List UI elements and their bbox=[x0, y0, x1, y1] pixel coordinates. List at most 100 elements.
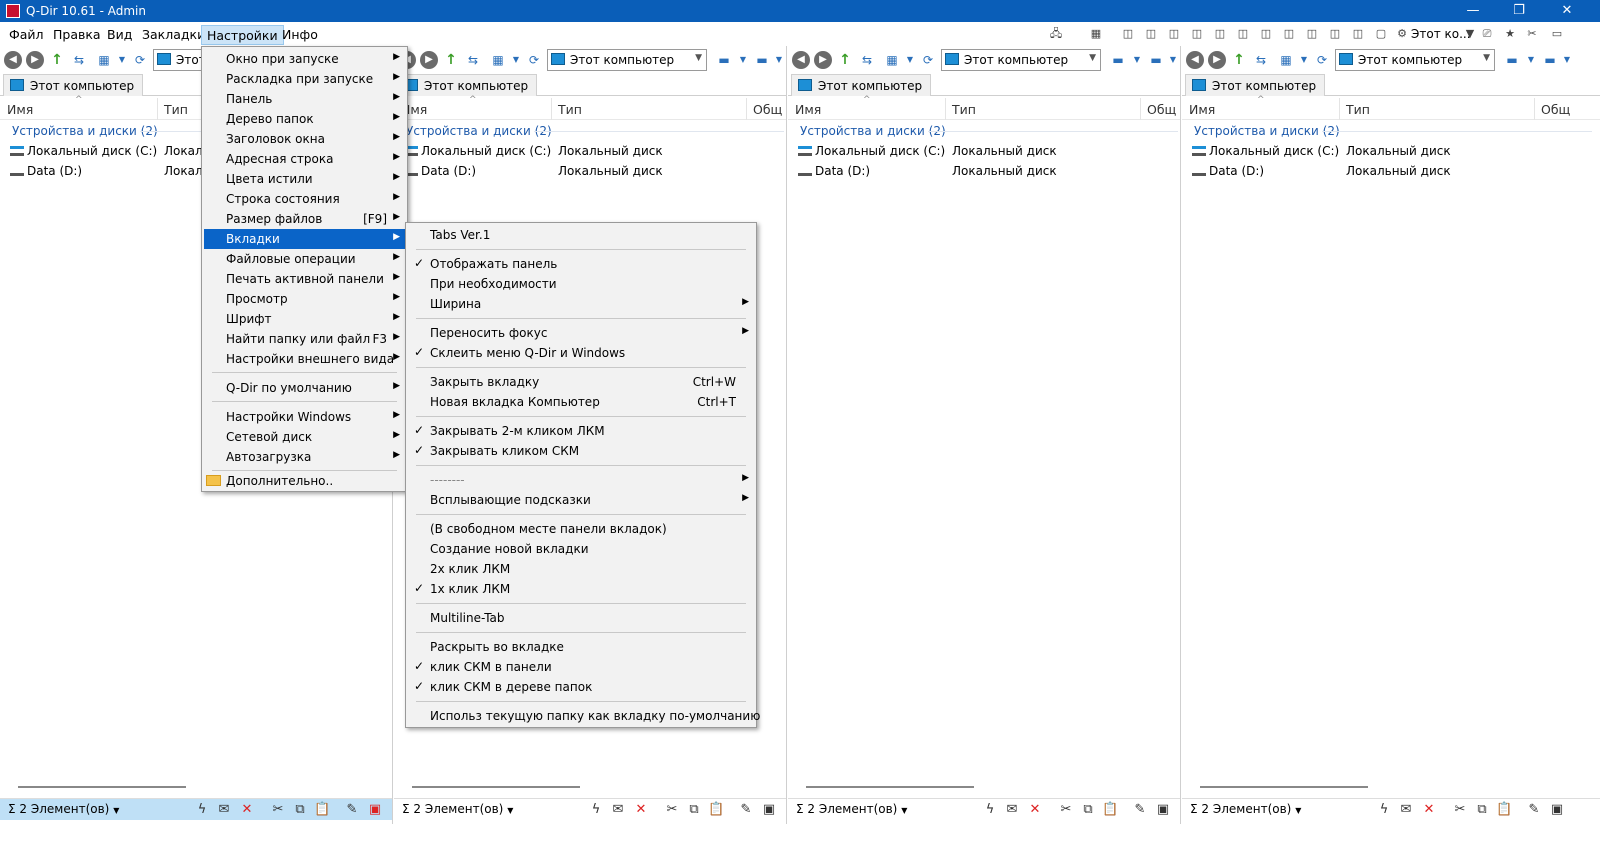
refresh-icon[interactable]: ⟳ bbox=[919, 51, 937, 69]
menu-item-font[interactable]: Шрифт ▶ bbox=[204, 309, 405, 329]
layout-8-icon[interactable]: ◫ bbox=[1279, 26, 1299, 42]
restore-button[interactable]: ❐ bbox=[1496, 0, 1542, 22]
menu-item-autostart[interactable]: Автозагрузка ▶ bbox=[204, 447, 405, 467]
delete-icon[interactable]: ✕ bbox=[1027, 802, 1043, 818]
monitor-icon[interactable]: ▬ bbox=[1106, 51, 1130, 69]
flash-icon[interactable]: ϟ bbox=[1376, 802, 1392, 818]
submenu-item-single-click[interactable]: ✓ 1х клик ЛКМ bbox=[408, 579, 754, 599]
flash-icon[interactable]: ϟ bbox=[194, 802, 210, 818]
pane-3[interactable]: ◀ ▶ ↑ ⇆ ▦ ▼ ⟳ Этот компьютер ▼ ▬ ▼ ▬ ▼ Э… bbox=[788, 46, 1181, 824]
back-icon[interactable]: ◀ bbox=[1186, 51, 1204, 69]
mail-icon[interactable]: ✉ bbox=[610, 802, 626, 818]
star-icon[interactable]: ★ bbox=[1500, 26, 1520, 42]
monitor-dropdown-icon-2[interactable]: ▼ bbox=[1558, 51, 1576, 69]
folder-options-icon[interactable]: ⇆ bbox=[464, 51, 482, 69]
column-type[interactable]: Тип bbox=[164, 102, 188, 117]
rename-icon[interactable]: ✎ bbox=[344, 802, 360, 818]
copy-icon[interactable]: ⧉ bbox=[1474, 802, 1490, 818]
menu-item-print-panel[interactable]: Печать активной панели ▶ bbox=[204, 269, 405, 289]
mail-icon[interactable]: ✉ bbox=[1004, 802, 1020, 818]
cut-icon[interactable]: ✂ bbox=[1058, 802, 1074, 818]
properties-icon[interactable]: ▣ bbox=[1155, 802, 1171, 818]
menu-item-colors[interactable]: Цвета истили ▶ bbox=[204, 169, 405, 189]
address-bar[interactable]: Этот компьютер ▼ bbox=[941, 49, 1101, 71]
layout-7-icon[interactable]: ◫ bbox=[1256, 26, 1276, 42]
mail-icon[interactable]: ✉ bbox=[216, 802, 232, 818]
layout-11-icon[interactable]: ◫ bbox=[1348, 26, 1368, 42]
mail-icon[interactable]: ✉ bbox=[1398, 802, 1414, 818]
monitor-dropdown-icon-2[interactable]: ▼ bbox=[1164, 51, 1180, 69]
monitor-icon[interactable]: ▬ bbox=[712, 51, 736, 69]
up-folder-icon[interactable]: ↑ bbox=[442, 51, 460, 69]
submenu-item-tooltips[interactable]: Всплывающие подсказки ▶ bbox=[408, 490, 754, 510]
group-devices[interactable]: Устройства и диски (2) bbox=[12, 124, 158, 138]
horizontal-scrollbar[interactable] bbox=[1200, 786, 1368, 788]
column-type[interactable]: Тип bbox=[558, 102, 582, 117]
menu-item-folder-tree[interactable]: Дерево папок ▶ bbox=[204, 109, 405, 129]
submenu-item-if-needed[interactable]: При необходимости bbox=[408, 274, 754, 294]
table-row[interactable]: Локальный диск (C:) Локальный диск bbox=[788, 142, 1180, 162]
back-icon[interactable]: ◀ bbox=[792, 51, 810, 69]
view-mode-icon[interactable]: ▦ bbox=[883, 51, 901, 69]
submenu-item-show-panel[interactable]: ✓ Отображать панель bbox=[408, 254, 754, 274]
menu-item-tabs[interactable]: Вкладки ▶ bbox=[204, 229, 405, 249]
tab-this-computer[interactable]: Этот компьютер bbox=[397, 74, 538, 96]
column-total[interactable]: Общ bbox=[1147, 102, 1176, 117]
paste-icon[interactable]: 📋 bbox=[1496, 802, 1512, 818]
cut-icon[interactable]: ✂ bbox=[664, 802, 680, 818]
monitor-dropdown-icon-2[interactable]: ▼ bbox=[770, 51, 786, 69]
properties-icon[interactable]: ▣ bbox=[1549, 802, 1565, 818]
menu-view[interactable]: Вид bbox=[102, 25, 137, 45]
submenu-item-move-focus[interactable]: Переносить фокус ▶ bbox=[408, 323, 754, 343]
menu-item-panel[interactable]: Панель ▶ bbox=[204, 89, 405, 109]
submenu-item-double-click[interactable]: 2х клик ЛКМ bbox=[408, 559, 754, 579]
menu-item-windows-settings[interactable]: Настройки Windows ▶ bbox=[204, 407, 405, 427]
menu-item-find[interactable]: Найти папку или файл F3 ▶ bbox=[204, 329, 405, 349]
submenu-item-mmb-panel[interactable]: ✓ клик СКМ в панели bbox=[408, 657, 754, 677]
group-devices[interactable]: Устройства и диски (2) bbox=[800, 124, 946, 138]
view-dropdown-icon[interactable]: ▼ bbox=[113, 51, 131, 69]
layout-3-icon[interactable]: ◫ bbox=[1164, 26, 1184, 42]
tab-this-computer[interactable]: Этот компьютер bbox=[3, 74, 144, 96]
menu-info[interactable]: Инфо bbox=[277, 25, 323, 45]
menu-item-file-operations[interactable]: Файловые операции ▶ bbox=[204, 249, 405, 269]
view-dropdown-icon[interactable]: ▼ bbox=[901, 51, 919, 69]
layout-1-icon[interactable]: ◫ bbox=[1118, 26, 1138, 42]
menu-item-preview[interactable]: Просмотр ▶ bbox=[204, 289, 405, 309]
back-icon[interactable]: ◀ bbox=[4, 51, 22, 69]
delete-icon[interactable]: ✕ bbox=[1421, 802, 1437, 818]
paste-icon[interactable]: 📋 bbox=[1102, 802, 1118, 818]
rename-icon[interactable]: ✎ bbox=[738, 802, 754, 818]
horizontal-scrollbar[interactable] bbox=[412, 786, 580, 788]
flash-icon[interactable]: ϟ bbox=[588, 802, 604, 818]
column-separator[interactable] bbox=[945, 98, 946, 120]
layout-6-icon[interactable]: ◫ bbox=[1233, 26, 1253, 42]
status-count[interactable]: Σ 2 Элемент(ов) ▼ bbox=[402, 802, 513, 816]
view-dropdown-icon[interactable]: ▼ bbox=[1295, 51, 1313, 69]
submenu-item-free-space[interactable]: (В свободном месте панели вкладок) bbox=[408, 519, 754, 539]
title-bar[interactable]: Q-Dir 10.61 - Admin — ❐ ✕ bbox=[0, 0, 1600, 22]
column-separator[interactable] bbox=[551, 98, 552, 120]
table-row[interactable]: Data (D:) Локальный диск bbox=[394, 162, 786, 182]
pane-4[interactable]: ◀ ▶ ↑ ⇆ ▦ ▼ ⟳ Этот компьютер ▼ ▬ ▼ ▬ ▼ Э… bbox=[1182, 46, 1600, 824]
up-folder-icon[interactable]: ↑ bbox=[836, 51, 854, 69]
refresh-icon[interactable]: ⟳ bbox=[131, 51, 149, 69]
column-separator[interactable] bbox=[1140, 98, 1141, 120]
menu-item-appearance[interactable]: Настройки внешнего вида ▶ bbox=[204, 349, 405, 369]
zoom-tools-icon[interactable]: ✂ bbox=[1522, 26, 1542, 42]
layout-4-icon[interactable]: ◫ bbox=[1187, 26, 1207, 42]
menu-item-window-title[interactable]: Заголовок окна ▶ bbox=[204, 129, 405, 149]
properties-icon[interactable]: ▣ bbox=[367, 802, 383, 818]
address-dropdown-icon[interactable]: ▼ bbox=[1483, 53, 1490, 63]
folder-options-icon[interactable]: ⇆ bbox=[1252, 51, 1270, 69]
submenu-item-close-tab[interactable]: Закрыть вкладку Ctrl+W bbox=[408, 372, 754, 392]
horizontal-scrollbar[interactable] bbox=[18, 786, 186, 788]
address-bar[interactable]: Этот компьютер ▼ bbox=[1335, 49, 1495, 71]
column-name[interactable]: Имя bbox=[795, 102, 821, 117]
menu-item-startup-layout[interactable]: Раскладка при запуске ▶ bbox=[204, 69, 405, 89]
menu-item-network-drive[interactable]: Сетевой диск ▶ bbox=[204, 427, 405, 447]
paste-icon[interactable]: 📋 bbox=[314, 802, 330, 818]
up-folder-icon[interactable]: ↑ bbox=[48, 51, 66, 69]
forward-icon[interactable]: ▶ bbox=[26, 51, 44, 69]
status-count[interactable]: Σ 2 Элемент(ов) ▼ bbox=[8, 802, 119, 816]
